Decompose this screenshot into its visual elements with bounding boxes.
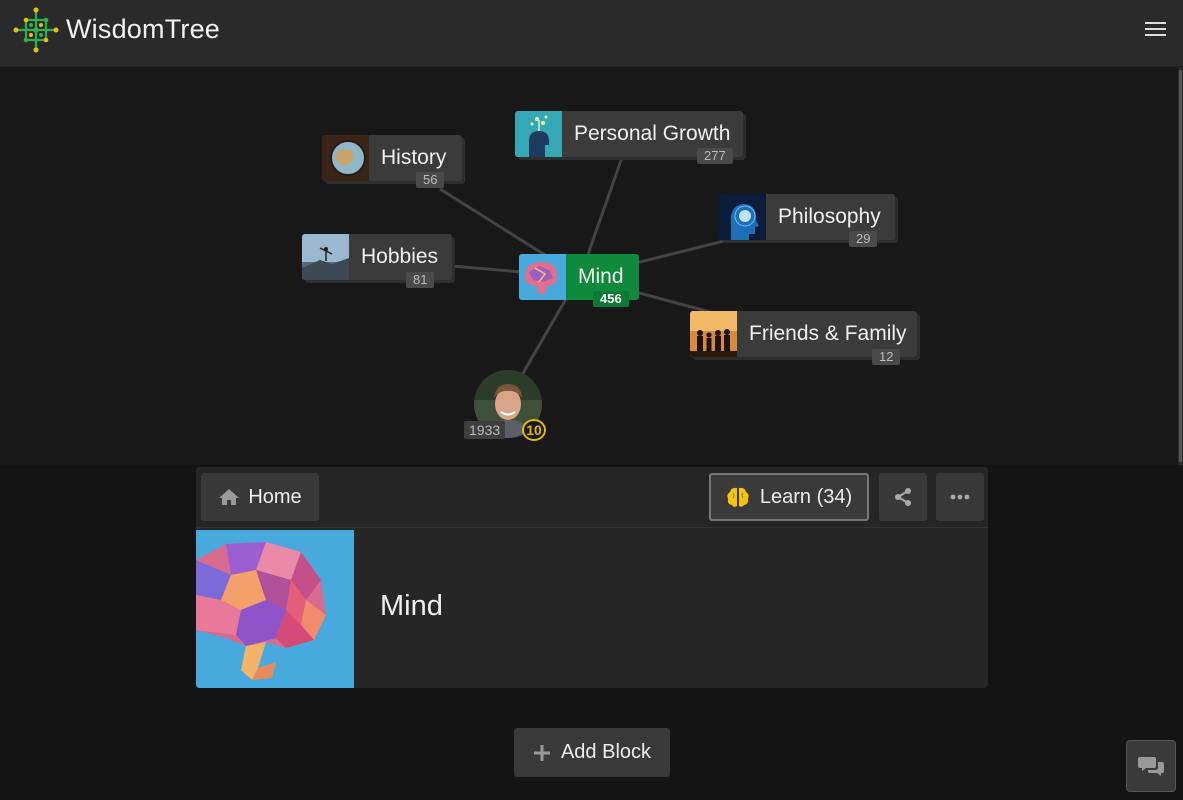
- node-count-badge: 277: [697, 148, 733, 164]
- learn-button[interactable]: Learn (34): [709, 473, 869, 521]
- plus-icon: [533, 744, 550, 761]
- node-label: Mind: [578, 265, 624, 288]
- share-icon: [895, 488, 911, 506]
- user-level-badge: 10: [522, 419, 546, 441]
- home-button-label: Home: [248, 485, 302, 508]
- home-icon: [219, 489, 240, 505]
- node-count-badge: 29: [849, 231, 878, 247]
- friends-family-thumbnail: [690, 311, 737, 357]
- philosophy-thumbnail: [719, 194, 766, 240]
- chat-button[interactable]: [1126, 740, 1176, 792]
- personal-growth-thumbnail: [515, 111, 562, 157]
- add-block-button[interactable]: Add Block: [514, 728, 670, 777]
- learn-button-label: Learn (34): [759, 485, 853, 508]
- chat-icon: [1138, 757, 1164, 776]
- node-label: Personal Growth: [574, 122, 731, 145]
- graph-scrollbar-thumb[interactable]: [1179, 70, 1182, 462]
- hobbies-thumbnail: [302, 234, 349, 280]
- node-count-badge: 56: [416, 172, 445, 188]
- block-image: [196, 530, 354, 688]
- history-thumbnail: [322, 135, 369, 181]
- node-label: Hobbies: [361, 245, 439, 268]
- add-block-label: Add Block: [560, 741, 652, 763]
- brain-icon: [727, 487, 749, 507]
- wisdomtree-logo[interactable]: [12, 6, 60, 54]
- more-icon: [950, 494, 970, 500]
- node-label: Friends & Family: [749, 322, 907, 345]
- top-navbar: WisdomTree: [0, 0, 1183, 67]
- toolbar-divider: [196, 527, 988, 528]
- node-count-badge: 456: [593, 291, 629, 307]
- node-count-badge: 81: [406, 272, 435, 288]
- node-label: History: [381, 146, 447, 169]
- brand-name[interactable]: WisdomTree: [66, 14, 220, 45]
- share-button[interactable]: [879, 473, 927, 521]
- node-count-badge: 12: [872, 349, 901, 365]
- hamburger-icon[interactable]: [1140, 18, 1170, 44]
- user-points-badge: 1933: [464, 421, 506, 439]
- home-button[interactable]: Home: [201, 473, 319, 521]
- node-label: Philosophy: [778, 205, 881, 228]
- block-title: Mind: [380, 590, 443, 622]
- mind-thumbnail: [519, 254, 566, 300]
- more-options-button[interactable]: [936, 473, 984, 521]
